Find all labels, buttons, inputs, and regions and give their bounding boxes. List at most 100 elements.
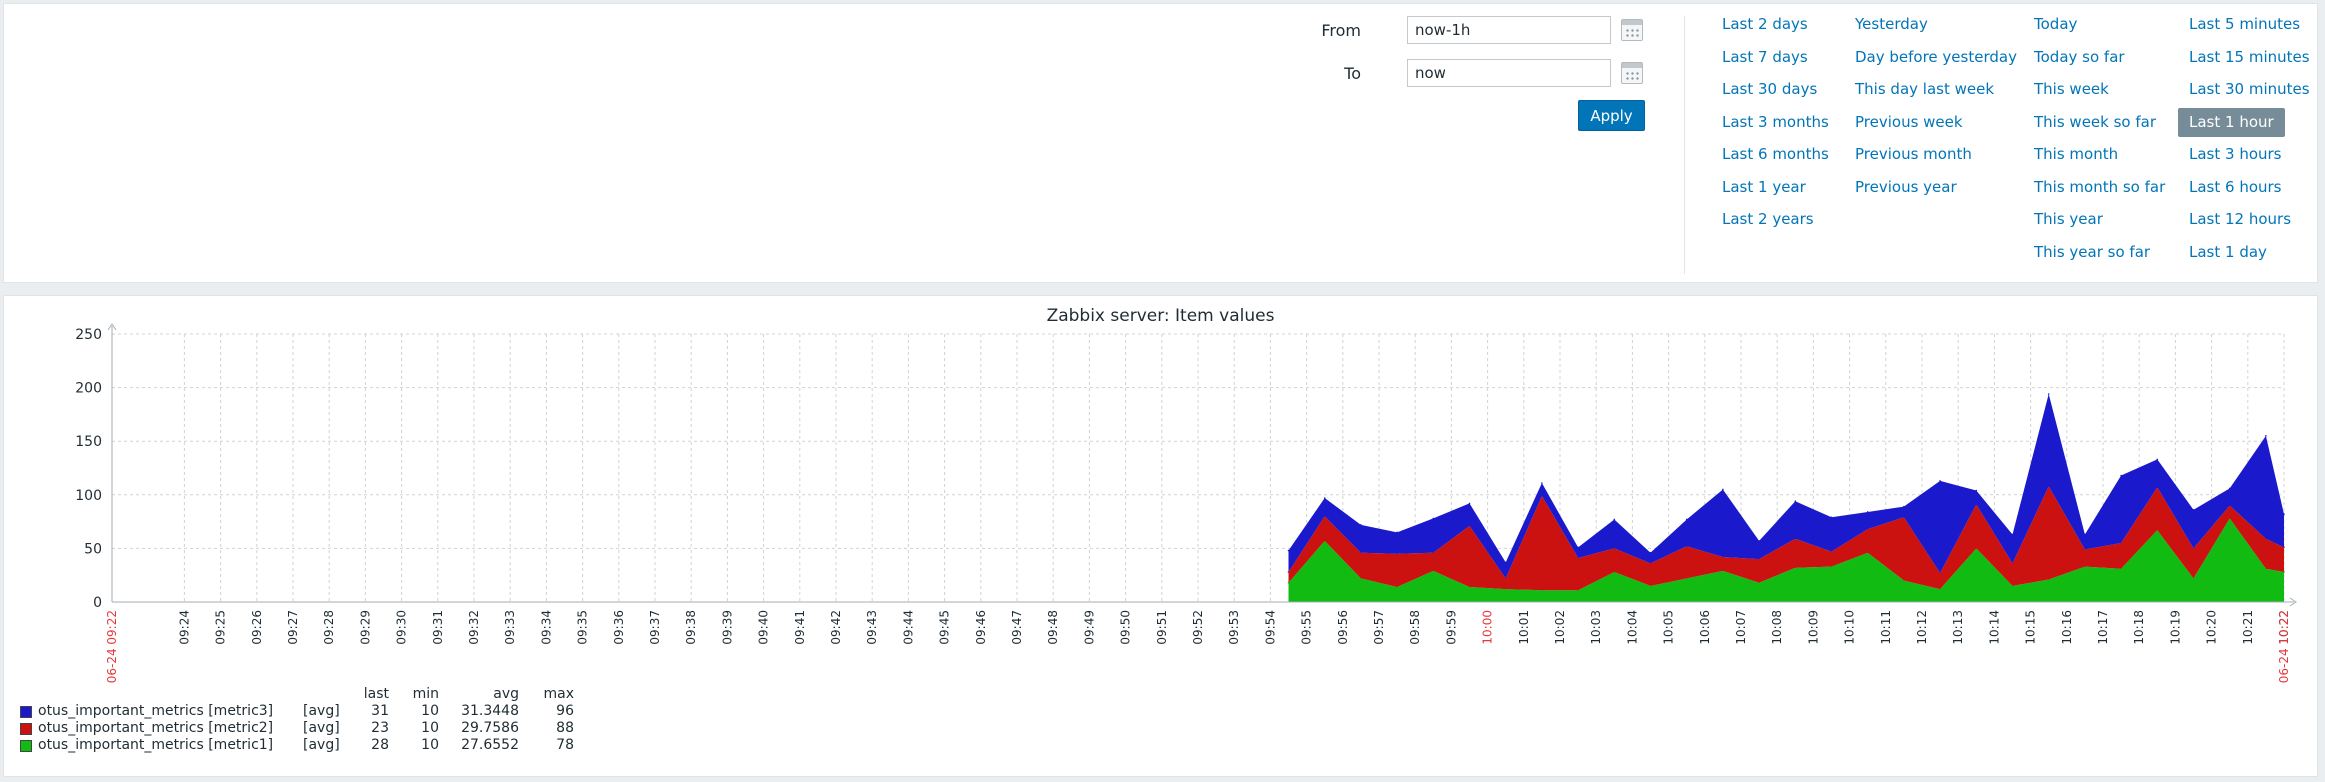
y-tick-label: 0 (93, 595, 102, 611)
x-tick-label: 10:04 (1625, 610, 1639, 645)
x-tick-label: 09:56 (1336, 610, 1350, 645)
x-tick-label: 09:48 (1046, 610, 1060, 645)
x-tick-label: 09:40 (757, 610, 771, 645)
x-tick-label: 10:12 (1915, 610, 1929, 645)
quick-range-this-year[interactable]: This year (2034, 205, 2103, 234)
x-tick-label: 10:11 (1879, 610, 1893, 645)
time-filter-panel: From To Apply Last 2 days Last 7 days Last… (3, 3, 2318, 283)
x-tick-label: 10:15 (2024, 610, 2038, 645)
x-tick-label: 10:06 (1698, 610, 1712, 645)
x-tick-label: 10:20 (2205, 610, 2219, 645)
quick-range-last-30-days[interactable]: Last 30 days (1722, 75, 1817, 104)
to-input[interactable] (1407, 59, 1611, 87)
quick-range-last-7-days[interactable]: Last 7 days (1722, 43, 1808, 72)
series-point (1866, 511, 1869, 513)
legend-item-avg: 27.6552 (461, 737, 519, 753)
series-point (1613, 518, 1616, 521)
quick-range-last-1-hour[interactable]: Last 1 hour (2178, 107, 2285, 137)
series-point (2283, 513, 2285, 515)
series-point (1975, 489, 1978, 492)
x-tick-label: 09:38 (684, 610, 698, 645)
quick-range-previous-month[interactable]: Previous month (1855, 140, 1972, 169)
series-point (2120, 474, 2122, 477)
quick-range-last-30-minutes[interactable]: Last 30 minutes (2189, 75, 2310, 104)
quick-range-last-6-months[interactable]: Last 6 months (1722, 140, 1829, 169)
x-tick-label: 09:24 (177, 610, 191, 645)
series-point (2192, 509, 2195, 511)
series-point (1432, 517, 1435, 520)
series-point (1939, 480, 1941, 482)
series-point (2156, 458, 2159, 461)
quick-range-this-year-so-far[interactable]: This year so far (2034, 238, 2150, 267)
quick-range-last-6-hours[interactable]: Last 6 hours (2189, 173, 2282, 202)
series-point (1577, 546, 1579, 549)
quick-range-this-week-so-far[interactable]: This week so far (2034, 108, 2156, 137)
y-tick-label: 100 (75, 488, 102, 504)
x-tick-label: 10:19 (2168, 610, 2182, 645)
legend-color-swatch (20, 740, 32, 752)
quick-range-last-12-hours[interactable]: Last 12 hours (2189, 205, 2291, 234)
series-point (1685, 518, 1688, 521)
x-tick-label: 10:09 (1806, 610, 1820, 645)
x-tick-label: 09:52 (1191, 610, 1205, 645)
legend-item-avg: 31.3448 (461, 703, 519, 719)
x-tick-label: 09:29 (358, 610, 372, 645)
quick-range-previous-week[interactable]: Previous week (1855, 108, 1963, 137)
x-end-label: 06-24 10:22 (2277, 610, 2291, 683)
to-calendar-icon[interactable] (1621, 62, 1643, 84)
x-tick-label: 10:18 (2132, 610, 2146, 645)
x-tick-label: 09:31 (431, 610, 445, 645)
quick-range-this-month[interactable]: This month (2034, 140, 2118, 169)
legend-item-min: 10 (421, 720, 439, 736)
quick-range-today-so-far[interactable]: Today so far (2034, 43, 2125, 72)
x-tick-label: 09:46 (974, 610, 988, 645)
quick-range-previous-year[interactable]: Previous year (1855, 173, 1957, 202)
x-tick-label: 10:03 (1589, 610, 1603, 645)
quick-range-this-month-so-far[interactable]: This month so far (2034, 173, 2165, 202)
quick-range-last-3-months[interactable]: Last 3 months (1722, 108, 1829, 137)
x-tick-label: 09:59 (1444, 610, 1458, 645)
x-tick-label: 09:25 (214, 610, 228, 645)
x-tick-label: 09:54 (1263, 610, 1277, 645)
series-point (1649, 551, 1652, 554)
x-tick-label: 09:51 (1155, 610, 1169, 645)
legend-item-name: otus_important_metrics [metric2] (38, 720, 274, 736)
quick-range-yesterday[interactable]: Yesterday (1855, 10, 1928, 39)
quick-range-last-1-year[interactable]: Last 1 year (1722, 173, 1806, 202)
series-point (1396, 531, 1398, 534)
quick-range-this-day-last-week[interactable]: This day last week (1855, 75, 1994, 104)
series-point (1323, 497, 1326, 499)
quick-range-last-3-hours[interactable]: Last 3 hours (2189, 140, 2282, 169)
series-point (1722, 488, 1724, 491)
x-tick-label: 10:21 (2241, 610, 2255, 645)
quick-range-last-2-years[interactable]: Last 2 years (1722, 205, 1814, 234)
apply-button[interactable]: Apply (1578, 100, 1645, 131)
series-point (2228, 487, 2231, 490)
legend-item-max: 88 (556, 720, 574, 736)
quick-range-last-15-minutes[interactable]: Last 15 minutes (2189, 43, 2310, 72)
graph-panel: Zabbix server: Item values 0 50 100 150 200 2… (3, 295, 2318, 777)
x-tick-label: 09:58 (1408, 610, 1422, 645)
quick-range-last-1-day[interactable]: Last 1 day (2189, 238, 2267, 267)
x-tick-label: 09:37 (648, 610, 662, 645)
x-tick-label: 09:26 (250, 610, 264, 645)
quick-range-today[interactable]: Today (2034, 10, 2077, 39)
x-tick-label: 09:41 (793, 610, 807, 645)
x-tick-label: 09:35 (576, 610, 590, 645)
from-input[interactable] (1407, 16, 1611, 44)
quick-range-last-2-days[interactable]: Last 2 days (1722, 10, 1808, 39)
x-tick-label: 09:30 (395, 610, 409, 645)
legend-item-min: 10 (421, 737, 439, 753)
quick-range-day-before-yesterday[interactable]: Day before yesterday (1855, 43, 2017, 72)
quick-range-last-5-minutes[interactable]: Last 5 minutes (2189, 10, 2300, 39)
from-calendar-icon[interactable] (1621, 19, 1643, 41)
quick-ranges-divider (1684, 16, 1685, 274)
x-tick-label: 09:28 (322, 610, 336, 645)
x-tick-label: 09:55 (1300, 610, 1314, 645)
x-tick-label: 09:44 (901, 610, 915, 645)
quick-range-this-week[interactable]: This week (2034, 75, 2109, 104)
series-point (2084, 533, 2086, 536)
series-point (1360, 524, 1362, 526)
x-tick-label: 10:14 (1987, 610, 2001, 645)
from-label: From (1321, 21, 1361, 40)
